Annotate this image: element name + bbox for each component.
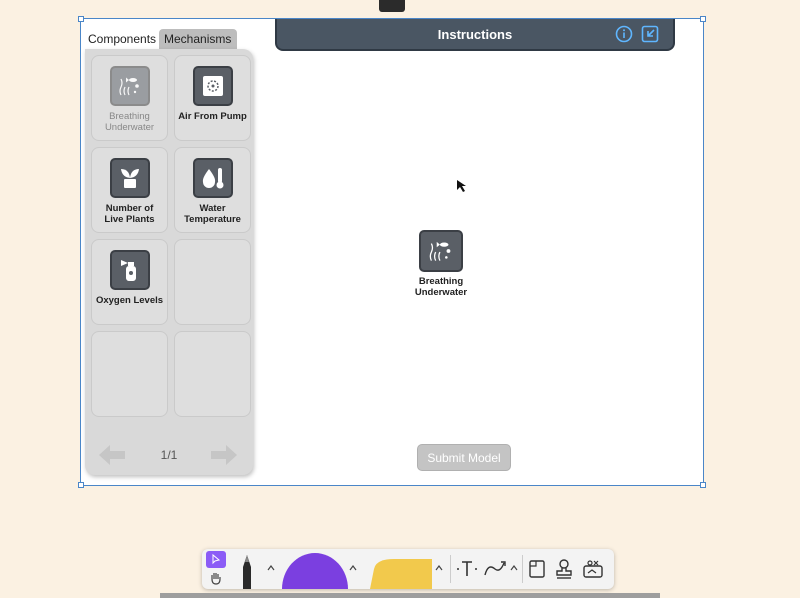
empty-slot xyxy=(174,331,251,417)
select-tool-button[interactable] xyxy=(206,551,226,568)
component-card-oxygen-levels[interactable]: Oxygen Levels xyxy=(91,239,168,325)
component-card-air-from-pump[interactable]: Air From Pump xyxy=(174,55,251,141)
instructions-bar[interactable]: Instructions xyxy=(275,19,675,51)
next-page-arrow-icon[interactable] xyxy=(209,443,239,467)
chevron-up-icon[interactable] xyxy=(266,564,276,572)
sticky-note-icon[interactable] xyxy=(528,559,546,579)
chevron-up-icon[interactable] xyxy=(348,564,358,572)
selection-handle-top-right[interactable] xyxy=(700,16,706,22)
component-card-number-of-live-plants[interactable]: Number of Live Plants xyxy=(91,147,168,233)
fish-bubbles-icon xyxy=(419,230,463,272)
top-handle[interactable] xyxy=(379,0,405,12)
selection-handle-bottom-right[interactable] xyxy=(700,482,706,488)
component-card-breathing-underwater[interactable]: Breathing Underwater xyxy=(91,55,168,141)
submit-model-button[interactable]: Submit Model xyxy=(417,444,511,471)
tab-components[interactable]: Components xyxy=(83,29,159,50)
scroll-indicator[interactable] xyxy=(160,593,660,598)
purple-marker-icon[interactable] xyxy=(282,551,348,589)
stamp-icon[interactable] xyxy=(554,558,574,580)
component-label: Air From Pump xyxy=(178,111,247,122)
model-frame: Components Mechanisms Instructions Breat… xyxy=(78,16,706,488)
empty-slot xyxy=(174,239,251,325)
hand-icon[interactable] xyxy=(208,570,224,586)
collapse-icon[interactable] xyxy=(641,25,659,43)
pen-tool-icon[interactable] xyxy=(240,553,254,589)
selection-handle-bottom-left[interactable] xyxy=(78,482,84,488)
air-pump-icon xyxy=(192,66,233,106)
pointer-icon xyxy=(212,553,221,565)
empty-slot xyxy=(91,331,168,417)
chevron-up-icon[interactable] xyxy=(434,564,444,572)
connector-tool-icon[interactable] xyxy=(482,559,508,579)
pager: 1/1 xyxy=(85,443,253,467)
mouse-cursor-icon xyxy=(457,180,466,192)
canvas-node-breathing-underwater[interactable]: Breathing Underwater xyxy=(415,230,467,298)
component-card-water-temperature[interactable]: Water Temperature xyxy=(174,147,251,233)
plant-icon xyxy=(109,158,150,198)
media-tool-icon[interactable] xyxy=(582,558,604,580)
component-label: Oxygen Levels xyxy=(95,295,164,306)
canvas-node-label: Breathing Underwater xyxy=(414,276,468,298)
water-thermometer-icon xyxy=(192,158,233,198)
text-tool-icon[interactable] xyxy=(456,559,478,579)
fish-bubbles-icon xyxy=(109,66,150,106)
drawing-toolbar xyxy=(202,549,614,589)
oxygen-tank-icon xyxy=(109,250,150,290)
component-label: Number of Live Plants xyxy=(104,203,155,225)
divider xyxy=(450,555,451,583)
component-label: Breathing Underwater xyxy=(104,111,155,133)
tab-mechanisms[interactable]: Mechanisms xyxy=(159,29,237,50)
chevron-up-icon[interactable] xyxy=(509,564,519,572)
highlighter-icon[interactable] xyxy=(364,557,432,589)
instructions-title: Instructions xyxy=(437,26,513,42)
component-grid: Breathing Underwater Air From Pump Numbe… xyxy=(91,55,251,417)
selection-handle-top-left[interactable] xyxy=(78,16,84,22)
info-icon[interactable] xyxy=(615,25,633,43)
divider xyxy=(522,555,523,583)
components-panel: Breathing Underwater Air From Pump Numbe… xyxy=(85,49,253,475)
component-label: Water Temperature xyxy=(184,203,241,225)
